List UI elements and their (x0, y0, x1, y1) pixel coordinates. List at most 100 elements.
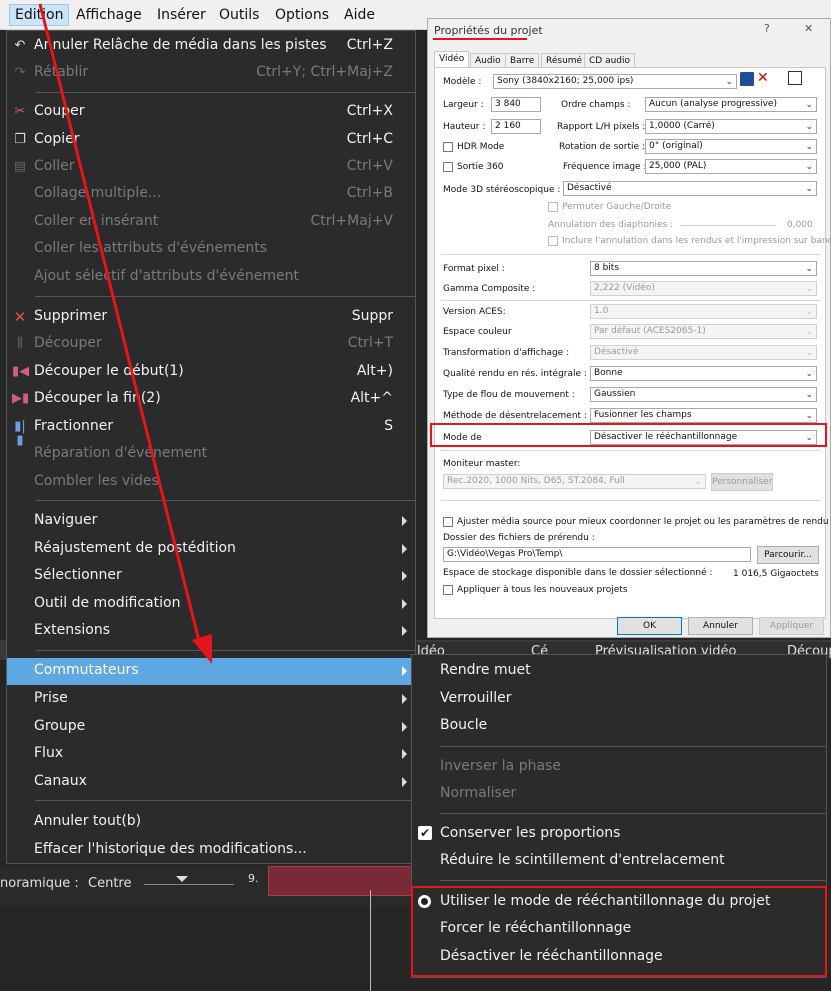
menu-item-decouper-debut[interactable]: ▮◀ Découper le début(1) Alt+) (7, 359, 415, 385)
menu-item-couper[interactable]: ✂ Couper Ctrl+X (7, 99, 415, 125)
espace-stockage-label: Espace de stockage disponible dans le do… (443, 568, 713, 578)
menu-item-commutateurs[interactable]: Commutateurs (7, 658, 415, 685)
appliquer-tous-checkbox[interactable] (443, 585, 453, 595)
submenu-item-verrouiller[interactable]: Verrouiller (412, 686, 826, 712)
menu-inserer[interactable]: Insérer (152, 4, 211, 26)
menu-options[interactable]: Options (270, 4, 334, 26)
tab-audio[interactable]: Audio (470, 53, 506, 68)
submenu-item-boucle[interactable]: Boucle (412, 713, 826, 739)
paste-icon: ▤ (13, 159, 27, 174)
permuter-checkbox[interactable] (548, 202, 558, 212)
qualite-dropdown[interactable]: Bonne ⌄ (590, 366, 817, 381)
menu-item-annuler-tout[interactable]: Annuler tout(b) (7, 809, 415, 835)
moniteur-dropdown[interactable]: Rec.2020, 1000 Nits, D65, ST.2084, Full ⌄ (443, 474, 706, 489)
chevron-down-icon: ⌄ (805, 327, 813, 337)
match-media-icon[interactable] (788, 71, 802, 85)
menu-item-prise[interactable]: Prise (7, 686, 415, 712)
personnaliser-button[interactable]: Personnaliser (711, 473, 773, 491)
menu-item-flux[interactable]: Flux (7, 741, 415, 767)
menu-affichage[interactable]: Affichage (71, 4, 147, 26)
menu-item-retablir[interactable]: ↷ Rétablir Ctrl+Y; Ctrl+Maj+Z (7, 60, 415, 86)
inclure-checkbox[interactable] (548, 236, 558, 246)
submenu-item-conserver-proportions[interactable]: ✔ Conserver les proportions (412, 821, 826, 847)
menu-item-outil-modification[interactable]: Outil de modification (7, 591, 415, 617)
menu-item-supprimer[interactable]: ✕ Supprimer Suppr (7, 304, 415, 330)
menu-item-fractionner[interactable]: ▮|▮ Fractionner S (7, 414, 415, 448)
format-dropdown[interactable]: 8 bits ⌄ (590, 261, 817, 276)
menu-item-effacer-historique[interactable]: Effacer l'historique des modifications..… (7, 837, 415, 863)
help-button[interactable]: ? (764, 22, 770, 35)
frequence-dropdown[interactable]: 25,000 (PAL) ⌄ (645, 159, 817, 174)
trim-icon: ⫼ (17, 336, 23, 351)
submenu-item-reduire-scintillement[interactable]: Réduire le scintillement d'entrelacement (412, 848, 826, 874)
rotation-dropdown[interactable]: 0° (original) ⌄ (645, 139, 817, 154)
annulation-slider[interactable] (681, 225, 776, 226)
ajuster-checkbox[interactable] (443, 517, 453, 527)
ok-button[interactable]: OK (617, 617, 682, 635)
transfo-dropdown[interactable]: Désactivé ⌄ (590, 345, 817, 360)
modele-dropdown[interactable]: Sony (3840x2160; 25,000 ips) ⌄ (493, 74, 737, 89)
checkmark-icon: ✔ (418, 826, 432, 840)
menu-item-decouper-fin[interactable]: ▶▮ Découper la fin(2) Alt+^ (7, 386, 415, 412)
pan-slider-handle[interactable] (176, 876, 188, 882)
menu-item-decouper[interactable]: ⫼ Découper Ctrl+T (7, 331, 415, 357)
parcourir-button[interactable]: Parcourir... (757, 546, 819, 564)
espace-stockage-value: 1 016,5 Gigaoctets (733, 569, 819, 579)
ordre-dropdown[interactable]: Aucun (analyse progressive) ⌄ (645, 97, 817, 112)
close-button[interactable]: ✕ (804, 22, 813, 35)
submenu-item-inverser-phase[interactable]: Inverser la phase (412, 754, 826, 780)
delete-preset-icon[interactable]: ✕ (757, 70, 769, 86)
largeur-input[interactable]: 3 840 (491, 97, 541, 112)
dialog-title: Propriétés du projet (434, 24, 543, 37)
chevron-down-icon: ⌄ (725, 77, 733, 87)
submenu-item-normaliser[interactable]: Normaliser (412, 781, 826, 807)
menu-item-reparation[interactable]: Réparation d'événement (7, 441, 415, 467)
menu-item-extensions[interactable]: Extensions (7, 618, 415, 644)
rapport-dropdown[interactable]: 1,0000 (Carré) ⌄ (645, 119, 817, 134)
menu-item-naviguer[interactable]: Naviguer (7, 508, 415, 534)
menu-edition[interactable]: Edition (9, 4, 70, 26)
menu-item-coller-attributs[interactable]: Coller les attributs d'événements (7, 236, 415, 262)
mode3d-dropdown[interactable]: Désactivé ⌄ (563, 181, 817, 196)
save-icon[interactable] (740, 72, 754, 86)
tab-video[interactable]: Vidéo (434, 51, 470, 68)
centre-label[interactable]: Centre (88, 876, 131, 891)
tab-cd-audio[interactable]: CD audio (584, 53, 636, 68)
annuler-button[interactable]: Annuler (688, 617, 753, 635)
tab-resume[interactable]: Résumé (541, 53, 588, 68)
menu-item-coller-inserant[interactable]: Coller en insérant Ctrl+Maj+V (7, 209, 415, 235)
menu-aide[interactable]: Aide (339, 4, 380, 26)
flou-dropdown[interactable]: Gaussien ⌄ (590, 387, 817, 402)
submenu-item-rendre-muet[interactable]: Rendre muet (412, 658, 826, 684)
menu-item-coller[interactable]: ▤ Coller Ctrl+V (7, 154, 415, 180)
sortie360-checkbox[interactable] (443, 162, 453, 172)
menu-item-collage-multiple[interactable]: Collage multiple... Ctrl+B (7, 181, 415, 207)
pan-slider[interactable] (144, 884, 234, 885)
dossier-input[interactable]: G:\Vidéo\Vegas Pro\Temp\ (443, 547, 751, 562)
chevron-right-icon (402, 571, 407, 581)
aces-dropdown[interactable]: 1.0 ⌄ (590, 304, 817, 319)
audio-event[interactable] (268, 866, 416, 896)
delete-icon: ✕ (13, 308, 27, 326)
menu-item-annuler[interactable]: ↶ Annuler Relâche de média dans les piste… (7, 33, 415, 59)
hauteur-input[interactable]: 2 160 (491, 119, 541, 134)
menu-item-reajustement[interactable]: Réajustement de postédition (7, 536, 415, 562)
appliquer-button[interactable]: Appliquer (759, 617, 824, 635)
espace-dropdown[interactable]: Par défaut (ACES2065-1) ⌄ (590, 324, 817, 339)
hdr-checkbox[interactable] (443, 142, 453, 152)
gamma-dropdown[interactable]: 2,222 (Vidéo) ⌄ (590, 281, 817, 296)
chevron-down-icon: ⌄ (805, 122, 813, 132)
menu-item-copier[interactable]: ❐ Copier Ctrl+C (7, 127, 415, 153)
menu-item-canaux[interactable]: Canaux (7, 769, 415, 795)
split-icon: ▮|▮ (14, 419, 26, 448)
menu-item-ajout-selectif[interactable]: Ajout sélectif d'attributs d'événement (7, 264, 415, 290)
inclure-label: Inclure l'annulation dans les rendus et … (562, 236, 831, 246)
chevron-right-icon (402, 722, 407, 732)
menu-item-groupe[interactable]: Groupe (7, 714, 415, 740)
menu-item-selectionner[interactable]: Sélectionner (7, 563, 415, 589)
desentr-dropdown[interactable]: Fusionner les champs ⌄ (590, 408, 817, 423)
menu-item-combler[interactable]: Combler les vides (7, 469, 415, 495)
menu-outils[interactable]: Outils (214, 4, 264, 26)
tab-barre[interactable]: Barre (505, 53, 540, 68)
flou-label: Type de flou de mouvement : (443, 390, 575, 400)
